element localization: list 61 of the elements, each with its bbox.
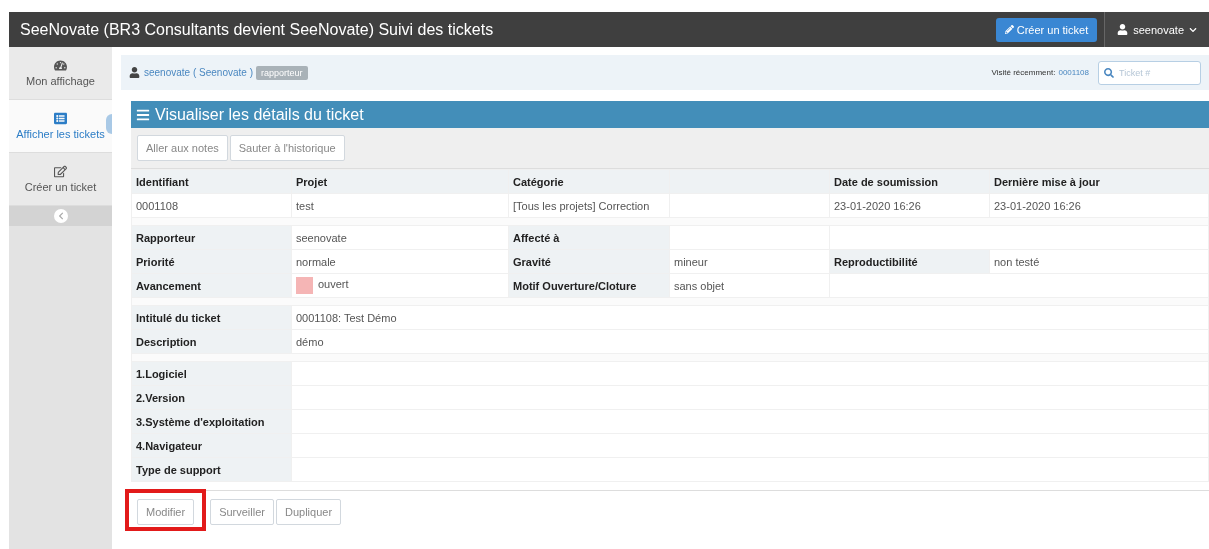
field-value: 0001108: Test Démo [291, 305, 1209, 330]
column-header: Dernière mise à jour [989, 169, 1209, 194]
field-label: Description [131, 329, 292, 354]
field-value: normale [291, 249, 509, 274]
field-label: Motif Ouverture/Cloture [508, 273, 670, 298]
column-header: Projet [291, 169, 509, 194]
role-badge: rapporteur [255, 65, 308, 80]
user-link[interactable]: seenovate ( Seenovate ) [129, 67, 253, 78]
field-value: non testé [989, 249, 1209, 274]
action-button[interactable]: Surveiller [210, 499, 274, 525]
field-value: sans objet [669, 273, 830, 298]
table-cell: 23-01-2020 16:26 [829, 193, 990, 218]
field-label: 4.Navigateur [131, 433, 292, 458]
nav-button[interactable]: Aller aux notes [137, 135, 228, 161]
recent-ticket-link[interactable]: 0001108 [1058, 68, 1089, 77]
search-icon [1104, 67, 1114, 78]
table-cell: [Tous les projets] Correction [508, 193, 670, 218]
search-field[interactable]: Ticket # [1098, 60, 1201, 85]
create-ticket-button[interactable]: Créer un ticket [995, 17, 1098, 42]
app-title: SeeNovate (BR3 Consultants devient SeeNovate) Suivi des tickets [19, 20, 495, 39]
selection-tab [106, 114, 112, 134]
column-header: Date de soumission [829, 169, 990, 194]
field-label: 3.Système d'exploitation [131, 409, 292, 434]
sidebar-item[interactable]: Créer un ticket [9, 153, 112, 206]
edit-icon [54, 165, 67, 178]
chevron-left-icon [56, 212, 65, 220]
menu-icon [136, 107, 150, 122]
column-header: Catégorie [508, 169, 670, 194]
field-label: Rapporteur [131, 225, 292, 250]
field-label: Avancement [131, 273, 292, 298]
field-label: Reproductibilité [829, 249, 990, 274]
table-cell: 23-01-2020 16:26 [989, 193, 1209, 218]
user-menu[interactable]: seenovate [1104, 12, 1209, 47]
field-value: démo [291, 329, 1209, 354]
table-cell: test [291, 193, 509, 218]
action-button[interactable]: Dupliquer [276, 499, 342, 525]
recent-label: Visité récemment: [991, 68, 1056, 77]
chevron-down-icon [1189, 25, 1197, 34]
panel-title: Visualiser les détails du ticket [155, 105, 364, 124]
column-header: Identifiant [131, 169, 292, 194]
field-label: Affecté à [508, 225, 670, 250]
field-value: ouvert [291, 273, 509, 298]
collapse-button[interactable] [53, 209, 68, 223]
field-label: Gravité [508, 249, 670, 274]
field-label: 2.Version [131, 385, 292, 410]
field-label: 1.Logiciel [131, 361, 292, 386]
table-cell: 0001108 [131, 193, 292, 218]
sidebar-item[interactable]: Mon affichage [9, 47, 112, 100]
pencil-icon [1004, 25, 1014, 34]
sidebar-item[interactable]: Afficher les tickets [9, 100, 112, 153]
field-value: seenovate [291, 225, 509, 250]
action-button[interactable]: Modifier [137, 499, 195, 525]
field-label: Priorité [131, 249, 292, 274]
user-icon [1117, 24, 1129, 35]
field-label: Intitulé du ticket [131, 305, 292, 330]
gauge-icon [54, 59, 67, 72]
list-icon [54, 112, 67, 125]
nav-button[interactable]: Sauter à l'historique [229, 135, 345, 161]
field-label: Type de support [131, 457, 292, 482]
user-icon [129, 67, 140, 78]
field-value: mineur [669, 249, 830, 274]
